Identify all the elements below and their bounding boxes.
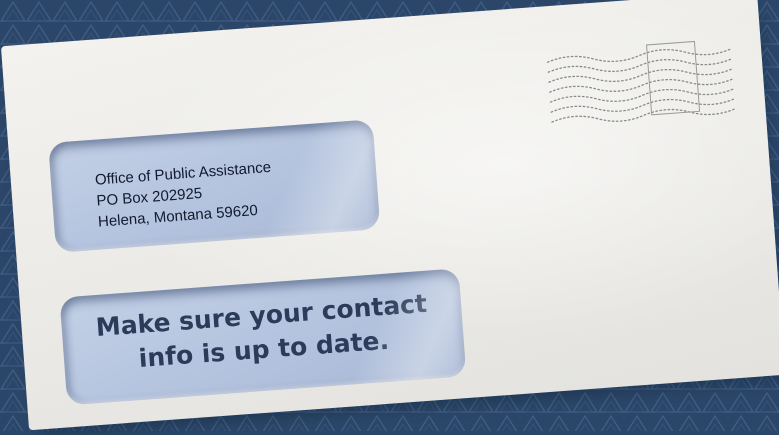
envelope: Office of Public Assistance PO Box 20292… <box>0 0 779 435</box>
envelope-body: Office of Public Assistance PO Box 20292… <box>0 0 779 431</box>
reminder-message: Make sure your contact info is up to dat… <box>61 284 465 381</box>
postmark-wavy-lines-icon <box>546 40 737 123</box>
mailing-address: Office of Public Assistance PO Box 20292… <box>94 157 275 233</box>
